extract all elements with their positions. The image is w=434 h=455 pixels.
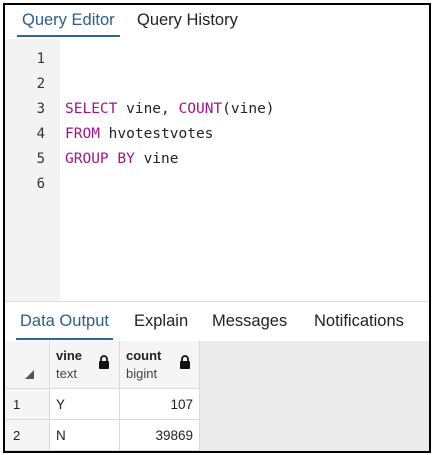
line-number: 6	[36, 176, 45, 192]
table-cell[interactable]: Y	[50, 389, 120, 420]
row-header[interactable]: 1	[5, 389, 50, 420]
column-type: bigint	[126, 366, 158, 381]
line-number: 4	[36, 126, 45, 142]
tab-messages[interactable]: Messages	[212, 302, 287, 340]
query-tool-panel: Query Editor Query History 1 2 3 4 5 6 S…	[3, 3, 431, 453]
lock-icon	[180, 355, 190, 369]
line-number: 5	[36, 151, 45, 167]
sql-text: hvotestvotes	[99, 126, 214, 142]
column-header-vine[interactable]: vine text	[50, 341, 120, 389]
column-type: text	[56, 366, 77, 381]
code-line[interactable]: SELECT vine, COUNT(vine)	[65, 97, 275, 122]
select-all-corner[interactable]	[5, 341, 50, 389]
sql-keyword: SELECT	[65, 101, 118, 117]
row-number: 1	[13, 397, 21, 412]
output-tabs: Data Output Explain Messages Notificatio…	[5, 301, 429, 342]
column-header-count[interactable]: count bigint	[120, 341, 200, 389]
column-name: count	[126, 348, 162, 363]
cell-value: Y	[56, 397, 66, 412]
tab-data-output[interactable]: Data Output	[16, 302, 113, 340]
row-header[interactable]: 2	[5, 420, 50, 451]
sql-text: vine,	[117, 101, 179, 117]
line-number: 1	[36, 51, 45, 67]
sql-keyword: GROUP BY	[65, 151, 135, 167]
line-number: 2	[36, 76, 45, 92]
row-number: 2	[13, 428, 21, 443]
sql-keyword: FROM	[65, 126, 100, 142]
editor-tabs: Query Editor Query History	[5, 5, 429, 39]
table-cell[interactable]: 39869	[120, 420, 200, 451]
tab-explain[interactable]: Explain	[134, 302, 188, 340]
sql-text: vine	[134, 151, 179, 167]
line-number: 3	[36, 101, 45, 117]
sql-editor[interactable]: 1 2 3 4 5 6 SELECT vine, COUNT(vine) FRO…	[5, 39, 429, 301]
sql-text: (vine)	[222, 101, 275, 117]
lock-icon	[99, 355, 109, 369]
tab-query-editor[interactable]: Query Editor	[17, 5, 120, 37]
table-cell[interactable]: N	[50, 420, 120, 451]
cell-value: 39869	[155, 428, 193, 443]
tab-query-history[interactable]: Query History	[137, 5, 238, 37]
sql-keyword: COUNT	[178, 101, 223, 117]
select-all-icon	[25, 370, 34, 379]
tab-notifications[interactable]: Notifications	[314, 302, 404, 340]
column-name: vine	[56, 348, 83, 363]
table-cell[interactable]: 107	[120, 389, 200, 420]
code-line[interactable]: GROUP BY vine	[65, 147, 179, 172]
data-output-grid: vine text count bigint 1 Y 107 2 N 39869	[5, 341, 429, 451]
line-number-gutter: 1 2 3 4 5 6	[5, 39, 60, 301]
cell-value: N	[56, 428, 66, 443]
cell-value: 107	[170, 397, 193, 412]
code-line[interactable]: FROM hvotestvotes	[65, 122, 213, 147]
